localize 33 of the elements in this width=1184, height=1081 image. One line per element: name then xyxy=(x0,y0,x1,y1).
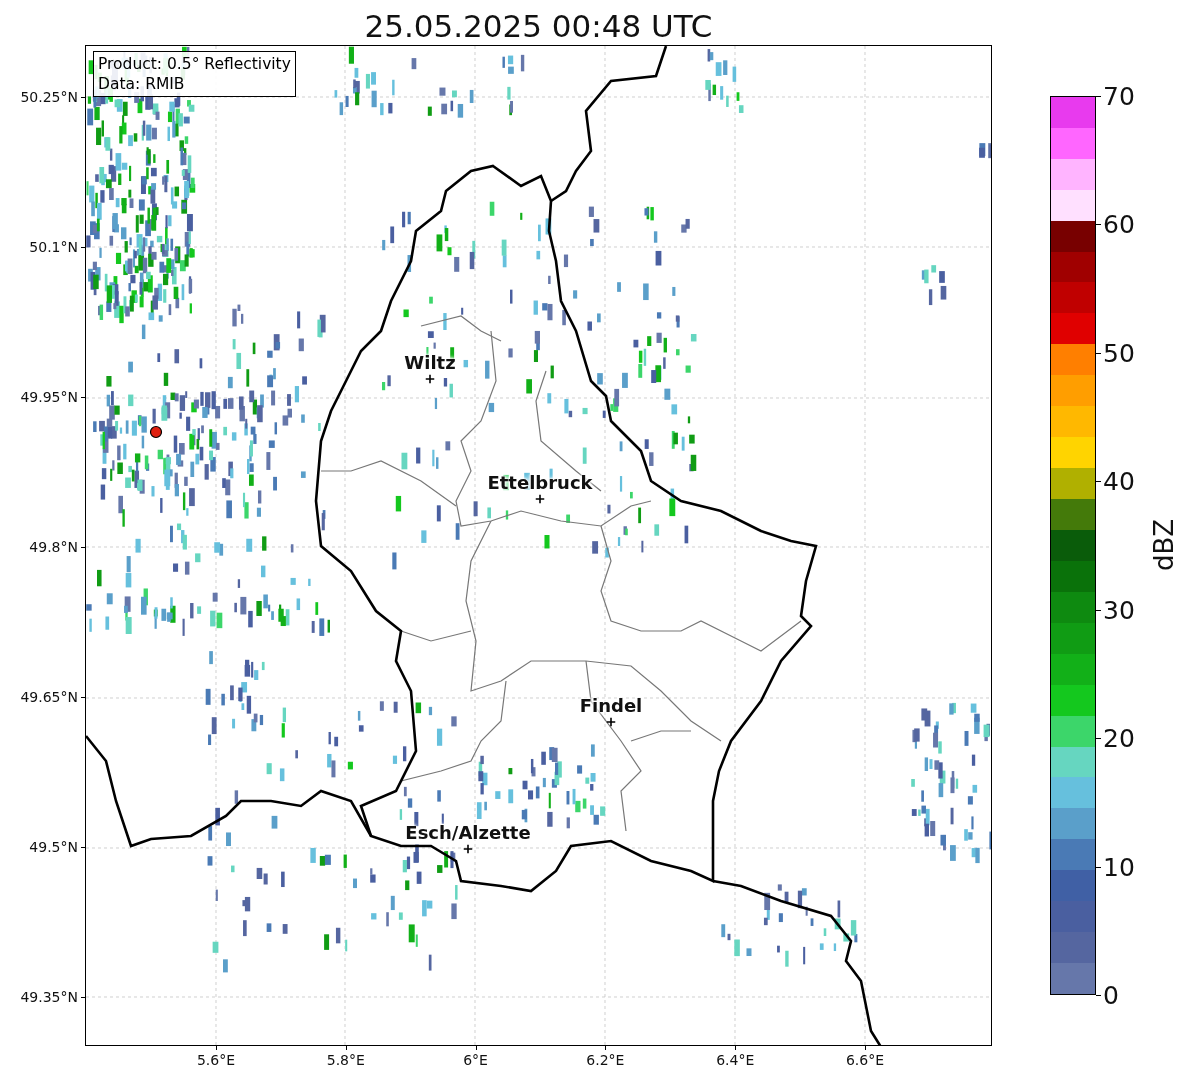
city-marker-icon xyxy=(463,844,473,854)
colorbar-tick-label: 40 xyxy=(1103,466,1135,496)
city-label: Findel xyxy=(579,695,643,716)
colorbar-tick-label: 0 xyxy=(1103,980,1119,1010)
longitude-tick-label: 5.6°E xyxy=(196,1052,236,1068)
colorbar-label: dBZ xyxy=(1149,518,1179,572)
longitude-tick-label: 6°E xyxy=(463,1052,488,1068)
chart-title: 25.05.2025 00:48 UTC xyxy=(363,7,714,45)
colorbar-tick-label: 50 xyxy=(1103,338,1135,368)
latitude-tick-label: 49.65°N xyxy=(20,689,78,705)
latitude-tick-label: 49.95°N xyxy=(20,389,78,405)
info-text: Product: 0.5° Reflectivity xyxy=(98,54,291,74)
colorbar-tick-label: 10 xyxy=(1103,852,1135,882)
latitude-tick-label: 50.25°N xyxy=(20,89,78,105)
longitude-tick-label: 6.2°E xyxy=(586,1052,625,1068)
latitude-tick-label: 49.5°N xyxy=(29,839,78,855)
colorbar-tick-label: 60 xyxy=(1103,209,1135,239)
radar-site-marker xyxy=(149,425,163,439)
colorbar-tick-label: 30 xyxy=(1103,595,1135,625)
longitude-tick-label: 6.6°E xyxy=(845,1052,885,1068)
longitude-tick-label: 6.4°E xyxy=(716,1052,755,1068)
colorbar-tick-label: 20 xyxy=(1103,723,1135,753)
city-marker-icon xyxy=(425,374,435,384)
longitude-tick-label: 5.8°E xyxy=(326,1052,365,1068)
info-text: Data: RMIB xyxy=(98,74,186,94)
city-label: Esch/Alzette xyxy=(405,822,531,843)
city-label: Wiltz xyxy=(404,352,456,373)
city-marker-icon xyxy=(535,494,545,504)
city-marker-icon xyxy=(606,717,616,727)
latitude-tick-label: 49.35°N xyxy=(20,989,78,1005)
latitude-tick-label: 50.1°N xyxy=(29,239,78,255)
latitude-tick-label: 49.8°N xyxy=(29,539,78,555)
colorbar-tick-label: 70 xyxy=(1103,81,1135,111)
